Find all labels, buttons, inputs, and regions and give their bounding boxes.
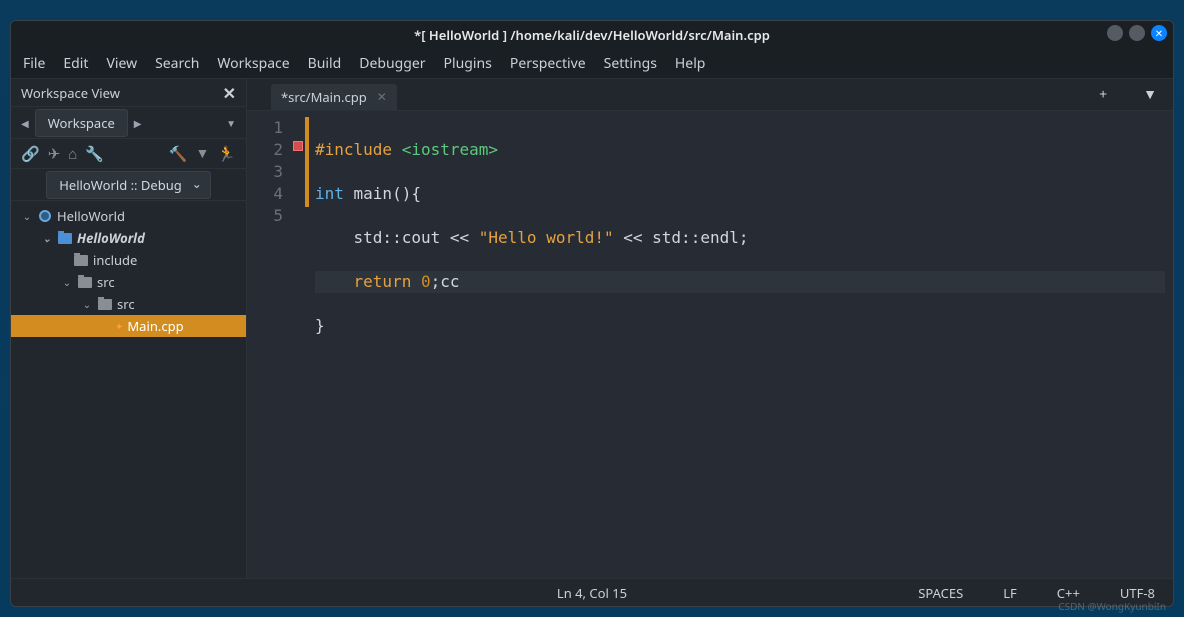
code-content[interactable]: #include <iostream> int main(){ std::cou…: [309, 111, 1173, 578]
tree-label: src: [97, 273, 115, 291]
send-icon[interactable]: ✈: [48, 144, 61, 164]
workspace-button[interactable]: Workspace: [35, 109, 128, 137]
menu-file[interactable]: File: [23, 54, 45, 73]
watermark: CSDN @WongKyunbiIn: [1058, 599, 1166, 613]
fold-column: [293, 111, 305, 578]
wrench-icon[interactable]: 🔧: [85, 144, 104, 164]
app-window: *[ HelloWorld ] /home/kali/dev/HelloWorl…: [10, 20, 1174, 607]
line-gutter: 1 2 3 4 5: [247, 111, 293, 578]
workspace-row: ◀ Workspace ▶ ▼: [11, 107, 246, 139]
code-editor[interactable]: 1 2 3 4 5 #include <iostream> int main()…: [247, 111, 1173, 578]
tree-file-main[interactable]: ✦ Main.cpp: [11, 315, 246, 337]
tree-label: HelloWorld: [57, 207, 125, 225]
statusbar: Ln 4, Col 15 SPACES LF C++ UTF-8: [11, 578, 1173, 606]
dropdown-icon[interactable]: ▼: [224, 114, 238, 132]
tree-label: HelloWorld: [77, 229, 145, 247]
menu-build[interactable]: Build: [308, 54, 342, 73]
tree-src2[interactable]: ⌄ src: [11, 293, 246, 315]
chevron-down-icon: ⌄: [21, 209, 33, 223]
workspace-icon: [37, 208, 53, 224]
sidebar-close-button[interactable]: ✕: [223, 82, 236, 104]
line-number: 3: [247, 161, 283, 183]
folder-icon: [73, 252, 89, 268]
menu-perspective[interactable]: Perspective: [510, 54, 586, 73]
tree-label: include: [93, 251, 137, 269]
tab-label: *src/Main.cpp: [281, 88, 367, 106]
fold-marker[interactable]: [293, 141, 303, 151]
tree-project[interactable]: ⌄ HelloWorld: [11, 227, 246, 249]
line-number: 2: [247, 139, 283, 161]
build-config-select[interactable]: HelloWorld :: Debug: [46, 171, 211, 199]
sidebar-header: Workspace View ✕: [11, 79, 246, 107]
menu-plugins[interactable]: Plugins: [444, 54, 492, 73]
chevron-down-icon: ⌄: [81, 297, 93, 311]
status-indent[interactable]: SPACES: [918, 584, 963, 602]
close-button[interactable]: ✕: [1151, 25, 1167, 41]
status-cursor-pos[interactable]: Ln 4, Col 15: [557, 584, 627, 602]
sidebar-toolbar: 🔗 ✈ ⌂ 🔧 🔨 ▼ 🏃: [11, 139, 246, 169]
home-icon[interactable]: ⌂: [68, 144, 77, 164]
tree-include[interactable]: include: [11, 249, 246, 271]
status-eol[interactable]: LF: [1003, 584, 1017, 602]
tree-label: src: [117, 295, 135, 313]
tree-src1[interactable]: ⌄ src: [11, 271, 246, 293]
window-title: *[ HelloWorld ] /home/kali/dev/HelloWorl…: [414, 26, 770, 44]
editor-area: *src/Main.cpp ✕ + ▼ 1 2 3 4 5: [247, 79, 1173, 578]
chevron-down-icon: ⌄: [61, 275, 73, 289]
menubar: File Edit View Search Workspace Build De…: [11, 49, 1173, 79]
window-controls: ✕: [1107, 25, 1167, 41]
line-number: 1: [247, 117, 283, 139]
menu-search[interactable]: Search: [155, 54, 199, 73]
menu-workspace[interactable]: Workspace: [217, 54, 289, 73]
run-icon[interactable]: 🏃: [217, 144, 236, 164]
titlebar: *[ HelloWorld ] /home/kali/dev/HelloWorl…: [11, 21, 1173, 49]
tab-close-icon[interactable]: ✕: [377, 88, 387, 105]
folder-icon: [77, 274, 93, 290]
menu-edit[interactable]: Edit: [63, 54, 88, 73]
minimize-button[interactable]: [1107, 25, 1123, 41]
body-area: Workspace View ✕ ◀ Workspace ▶ ▼ 🔗 ✈ ⌂ 🔧…: [11, 79, 1173, 578]
tabbar: *src/Main.cpp ✕ + ▼: [247, 79, 1173, 111]
next-icon[interactable]: ▶: [132, 114, 144, 132]
maximize-button[interactable]: [1129, 25, 1145, 41]
dropdown2-icon[interactable]: ▼: [195, 144, 209, 163]
menu-debugger[interactable]: Debugger: [359, 54, 425, 73]
link-icon[interactable]: 🔗: [21, 144, 40, 164]
workspace-tree: ⌄ HelloWorld ⌄ HelloWorld include ⌄ src: [11, 201, 246, 578]
sidebar: Workspace View ✕ ◀ Workspace ▶ ▼ 🔗 ✈ ⌂ 🔧…: [11, 79, 247, 578]
tab-main-cpp[interactable]: *src/Main.cpp ✕: [271, 84, 397, 110]
sidebar-title: Workspace View: [21, 84, 120, 102]
line-number: 4: [247, 183, 283, 205]
menu-settings[interactable]: Settings: [604, 54, 657, 73]
sparkle-icon: ✦: [115, 319, 123, 333]
folder-icon: [97, 296, 113, 312]
new-tab-button[interactable]: +: [1099, 85, 1107, 104]
line-number: 5: [247, 205, 283, 227]
folder-icon: [57, 230, 73, 246]
tree-label: Main.cpp: [127, 317, 183, 335]
chevron-down-icon: ⌄: [41, 231, 53, 245]
menu-help[interactable]: Help: [675, 54, 706, 73]
build-config-row: HelloWorld :: Debug: [11, 169, 246, 201]
menu-view[interactable]: View: [106, 54, 137, 73]
tab-menu-icon[interactable]: ▼: [1143, 85, 1157, 104]
tree-workspace-root[interactable]: ⌄ HelloWorld: [11, 205, 246, 227]
prev-icon[interactable]: ◀: [19, 114, 31, 132]
hammer-icon[interactable]: 🔨: [169, 144, 188, 164]
